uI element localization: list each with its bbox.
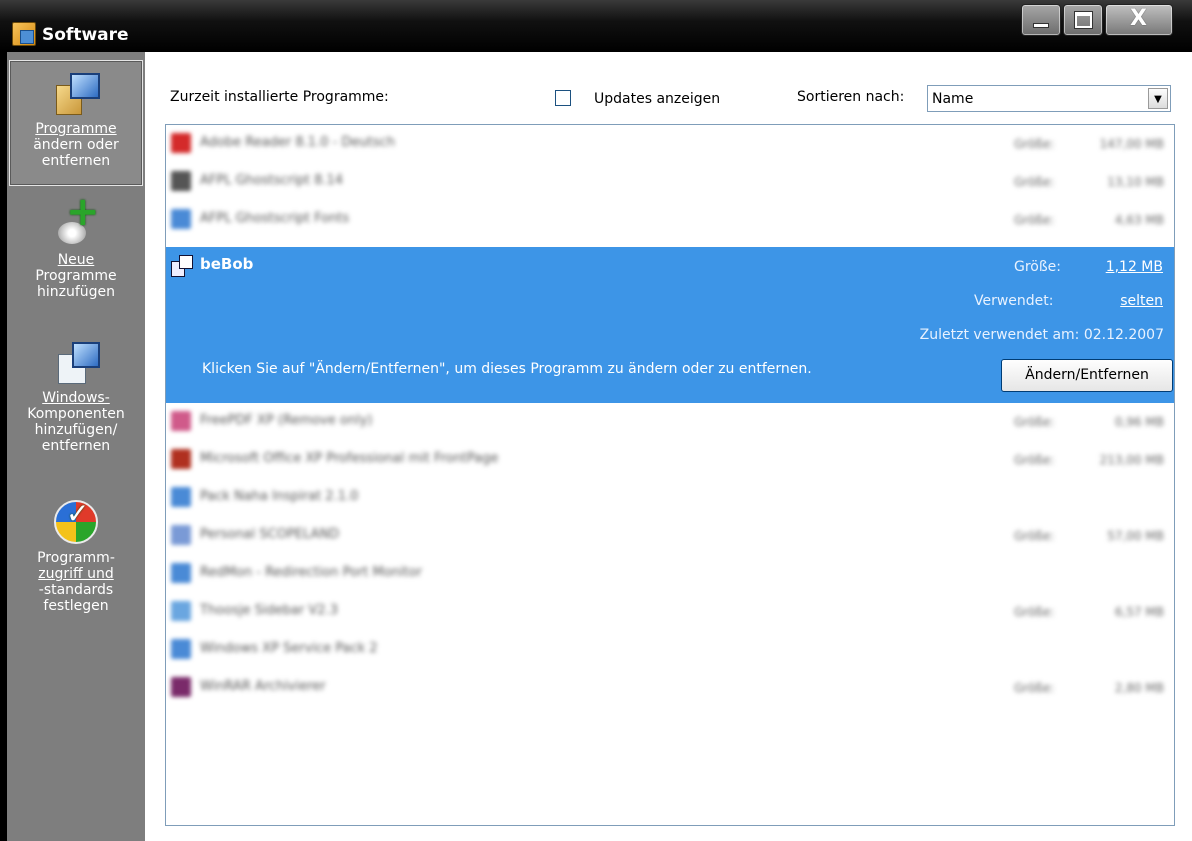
sidebar-item-windows-components[interactable]: Windows- Komponenten hinzufügen/ entfern… <box>9 340 143 480</box>
program-icon <box>171 171 191 191</box>
program-size: 4,63 MB <box>1114 213 1164 227</box>
minimize-icon <box>1033 23 1049 28</box>
program-size: 6,57 MB <box>1114 605 1164 619</box>
window-title: Software <box>42 25 129 45</box>
change-remove-button[interactable]: Ändern/Entfernen <box>1001 359 1173 392</box>
program-size: 0,96 MB <box>1114 415 1164 429</box>
close-button[interactable]: X <box>1105 4 1173 36</box>
program-access-icon <box>54 500 98 544</box>
program-icon <box>171 449 191 469</box>
program-name: FreePDF XP (Remove only) <box>200 413 373 428</box>
list-item[interactable]: Personal SCOPELAND Größe: 57,00 MB <box>166 517 1174 555</box>
list-item[interactable]: AFPL Ghostscript 8.14 Größe: 13,10 MB <box>166 163 1174 201</box>
list-item[interactable]: Thoosje Sidebar V2.3 Größe: 6,57 MB <box>166 593 1174 631</box>
sort-by-select[interactable]: Name ▼ <box>927 85 1171 112</box>
size-label: Größe: <box>1014 415 1055 429</box>
maximize-icon <box>1074 11 1093 29</box>
sidebar-item-label: Programm- zugriff und -standards festleg… <box>37 550 115 614</box>
used-link[interactable]: selten <box>1103 293 1163 309</box>
program-name: Adobe Reader 8.1.0 - Deutsch <box>200 135 395 150</box>
selected-program-row[interactable]: beBob Größe: 1,12 MB Verwendet: selten Z… <box>166 247 1174 403</box>
program-icon <box>171 677 191 697</box>
size-label: Größe: <box>1014 605 1055 619</box>
list-item[interactable]: FreePDF XP (Remove only) Größe: 0,96 MB <box>166 403 1174 441</box>
program-name: Pack Naha Inspirat 2.1.0 <box>200 489 359 504</box>
list-item[interactable]: Microsoft Office XP Professional mit Fro… <box>166 441 1174 479</box>
sidebar-item-label: Programme ändern oder entfernen <box>33 121 119 169</box>
close-icon: X <box>1130 6 1147 31</box>
list-item[interactable]: Pack Naha Inspirat 2.1.0 <box>166 479 1174 517</box>
sort-by-value: Name <box>932 91 974 107</box>
program-size: 213,00 MB <box>1099 453 1164 467</box>
program-name: WinRAR Archivierer <box>200 679 326 694</box>
sidebar-item-label: Neue Programme hinzufügen <box>35 252 117 300</box>
sidebar-item-change-remove[interactable]: Programme ändern oder entfernen <box>9 60 143 186</box>
show-updates-label[interactable]: Updates anzeigen <box>594 91 720 107</box>
sidebar-item-program-access[interactable]: Programm- zugriff und -standards festleg… <box>9 500 143 640</box>
program-icon <box>171 601 191 621</box>
selected-program-name: beBob <box>200 255 254 273</box>
main-panel: Zurzeit installierte Programme: Updates … <box>145 52 1192 841</box>
program-name: RedMon - Redirection Port Monitor <box>200 565 422 580</box>
program-icon <box>171 639 191 659</box>
program-size: 57,00 MB <box>1107 529 1164 543</box>
last-used-label: Zuletzt verwendet am: 02.12.2007 <box>919 327 1164 343</box>
program-icon <box>171 487 191 507</box>
windows-components-icon <box>54 340 100 384</box>
program-name: Microsoft Office XP Professional mit Fro… <box>200 451 499 466</box>
program-name: AFPL Ghostscript 8.14 <box>200 173 344 188</box>
program-icon <box>171 209 191 229</box>
size-label: Größe: <box>1014 453 1055 467</box>
program-icon <box>171 255 193 277</box>
change-remove-hint: Klicken Sie auf "Ändern/Entfernen", um d… <box>202 361 812 377</box>
program-name: Personal SCOPELAND <box>200 527 340 542</box>
list-item[interactable]: Adobe Reader 8.1.0 - Deutsch Größe: 147,00… <box>166 125 1174 163</box>
program-list[interactable]: Adobe Reader 8.1.0 - Deutsch Größe: 147,00… <box>165 124 1175 826</box>
size-label: Größe: <box>1014 213 1055 227</box>
chevron-down-icon[interactable]: ▼ <box>1148 88 1168 109</box>
program-name: AFPL Ghostscript Fonts <box>200 211 350 226</box>
program-size: 147,00 MB <box>1099 137 1164 151</box>
title-bar[interactable]: Software X <box>0 0 1192 52</box>
add-program-icon <box>54 196 98 246</box>
program-icon <box>171 525 191 545</box>
sidebar: Programme ändern oder entfernen Neue Pro… <box>7 52 145 841</box>
software-app-icon <box>12 22 36 46</box>
show-updates-checkbox[interactable] <box>555 90 571 106</box>
program-icon <box>171 133 191 153</box>
program-icon <box>171 411 191 431</box>
program-name: Windows XP Service Pack 2 <box>200 641 378 656</box>
maximize-button[interactable] <box>1063 4 1103 36</box>
size-label: Größe: <box>1014 137 1055 151</box>
size-label: Größe: <box>1014 259 1062 275</box>
list-item[interactable]: WinRAR Archivierer Größe: 2,80 MB <box>166 669 1174 707</box>
sort-by-label: Sortieren nach: <box>797 89 905 105</box>
sidebar-item-label: Windows- Komponenten hinzufügen/ entfern… <box>27 390 125 454</box>
list-item[interactable]: RedMon - Redirection Port Monitor <box>166 555 1174 593</box>
used-label: Verwendet: <box>974 293 1054 309</box>
minimize-button[interactable] <box>1021 4 1061 36</box>
program-size: 13,10 MB <box>1107 175 1164 189</box>
size-label: Größe: <box>1014 529 1055 543</box>
size-link[interactable]: 1,12 MB <box>1103 259 1163 275</box>
program-name: Thoosje Sidebar V2.3 <box>200 603 338 618</box>
list-item[interactable]: AFPL Ghostscript Fonts Größe: 4,63 MB <box>166 201 1174 239</box>
program-icon <box>171 563 191 583</box>
sidebar-item-add-programs[interactable]: Neue Programme hinzufügen <box>9 196 143 322</box>
size-label: Größe: <box>1014 681 1055 695</box>
list-item[interactable]: Windows XP Service Pack 2 <box>166 631 1174 669</box>
installed-programs-label: Zurzeit installierte Programme: <box>170 89 389 105</box>
programs-icon <box>54 71 100 115</box>
size-label: Größe: <box>1014 175 1055 189</box>
program-size: 2,80 MB <box>1114 681 1164 695</box>
